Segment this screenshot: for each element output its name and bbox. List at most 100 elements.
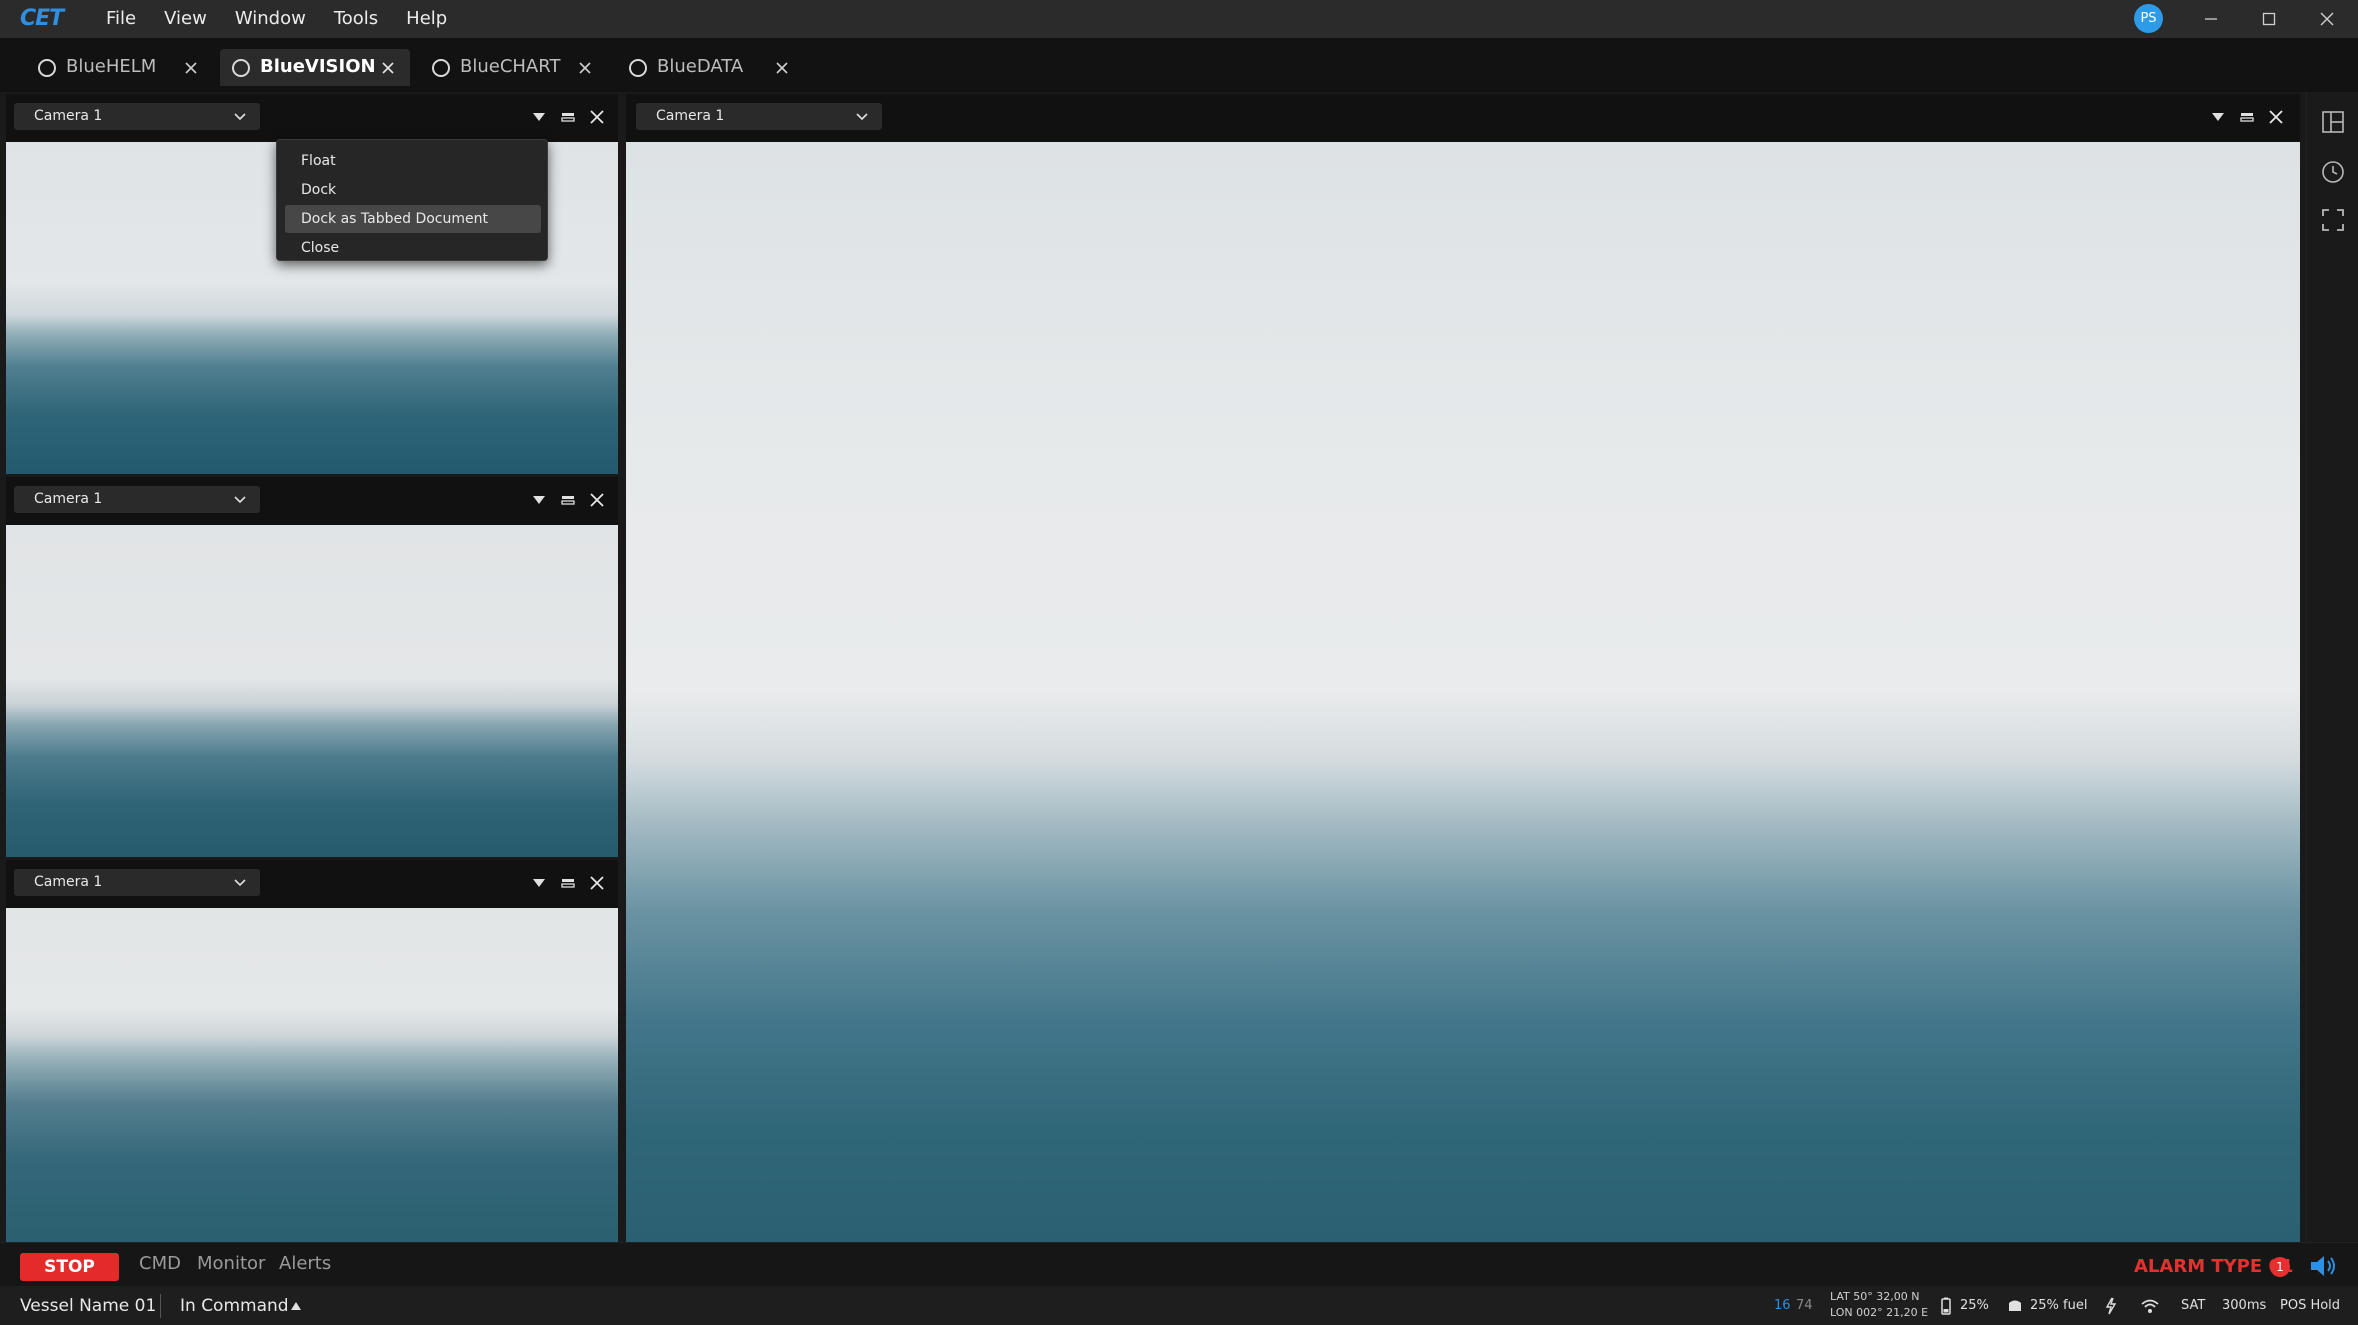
longitude: LON 002° 21,20 E bbox=[1830, 1306, 1929, 1319]
panel-menu-button[interactable] bbox=[528, 872, 550, 894]
pin-icon bbox=[561, 879, 575, 888]
camera-feed[interactable] bbox=[6, 908, 618, 1242]
dropdown-arrow-icon bbox=[533, 113, 545, 121]
menu-bar: File View Window Tools Help bbox=[92, 0, 461, 38]
minimize-icon bbox=[2205, 18, 2217, 20]
menu-item-close[interactable]: Close bbox=[285, 234, 541, 262]
position-mode: POS Hold bbox=[2280, 1298, 2341, 1313]
signal-value-a: 16 bbox=[1774, 1298, 1791, 1313]
history-button[interactable] bbox=[2317, 156, 2349, 188]
command-mode-select[interactable]: In Command bbox=[180, 1296, 289, 1316]
camera-feed[interactable] bbox=[6, 525, 618, 857]
camera-select[interactable]: Camera 1 bbox=[14, 486, 260, 513]
panel-menu-button[interactable] bbox=[2207, 106, 2229, 128]
panel-header: Camera 1 bbox=[6, 94, 618, 142]
camera-select-value: Camera 1 bbox=[34, 108, 103, 124]
radio-icon bbox=[432, 59, 450, 77]
camera-select-value: Camera 1 bbox=[34, 874, 103, 890]
wifi-icon bbox=[2141, 1299, 2159, 1313]
pin-icon bbox=[2240, 113, 2254, 122]
panel-close-button[interactable] bbox=[586, 489, 608, 511]
menu-help[interactable]: Help bbox=[392, 0, 461, 38]
history-icon bbox=[2322, 161, 2344, 183]
speaker-icon[interactable] bbox=[2308, 1253, 2338, 1279]
tab-cmd[interactable]: CMD bbox=[139, 1253, 181, 1274]
chevron-down-icon bbox=[234, 496, 246, 504]
layout-icon bbox=[2322, 111, 2344, 133]
panel-header: Camera 1 bbox=[6, 860, 618, 908]
battery-level: 25% bbox=[1960, 1298, 1989, 1313]
tab-close-icon[interactable] bbox=[378, 58, 398, 78]
panel-close-button[interactable] bbox=[2265, 106, 2287, 128]
menu-view[interactable]: View bbox=[150, 0, 221, 38]
tab-label: BlueCHART bbox=[460, 56, 561, 77]
tab-close-icon[interactable] bbox=[772, 58, 792, 78]
menu-file[interactable]: File bbox=[92, 0, 150, 38]
tab-label: BlueDATA bbox=[657, 56, 744, 77]
sea-image bbox=[626, 142, 2300, 1242]
panel-header: Camera 1 bbox=[626, 94, 2300, 142]
tab-bluedata[interactable]: BlueDATA bbox=[617, 49, 797, 86]
tab-alerts[interactable]: Alerts bbox=[279, 1253, 331, 1274]
close-icon bbox=[590, 876, 604, 890]
close-window-button[interactable] bbox=[2298, 0, 2356, 38]
camera-select[interactable]: Camera 1 bbox=[14, 103, 260, 130]
chevron-down-icon bbox=[234, 113, 246, 121]
tab-label: BlueHELM bbox=[66, 56, 157, 77]
fullscreen-button[interactable] bbox=[2317, 204, 2349, 236]
menu-item-float[interactable]: Float bbox=[285, 147, 541, 175]
sea-image bbox=[6, 908, 618, 1242]
panel-menu-button[interactable] bbox=[528, 489, 550, 511]
camera-panel-2: Camera 1 bbox=[6, 477, 618, 857]
panel-close-button[interactable] bbox=[586, 872, 608, 894]
menu-window[interactable]: Window bbox=[221, 0, 320, 38]
menu-item-dock-tabbed[interactable]: Dock as Tabbed Document bbox=[285, 205, 541, 233]
alarm-count-badge: 1 bbox=[2270, 1257, 2290, 1277]
panel-close-button[interactable] bbox=[586, 106, 608, 128]
layout-button[interactable] bbox=[2317, 106, 2349, 138]
minimize-button[interactable] bbox=[2182, 0, 2240, 38]
title-bar: CET File View Window Tools Help PS bbox=[0, 0, 2358, 38]
caret-up-icon[interactable] bbox=[290, 1301, 302, 1311]
tab-close-icon[interactable] bbox=[181, 58, 201, 78]
tab-bluevision[interactable]: BlueVISION bbox=[220, 49, 410, 86]
panel-pin-button[interactable] bbox=[557, 106, 579, 128]
sea-image bbox=[6, 525, 618, 857]
chevron-down-icon bbox=[234, 879, 246, 887]
camera-panel-3: Camera 1 bbox=[6, 860, 618, 1242]
tab-monitor[interactable]: Monitor bbox=[197, 1253, 265, 1274]
tab-bluehelm[interactable]: BlueHELM bbox=[26, 49, 206, 86]
radio-icon bbox=[232, 59, 250, 77]
chevron-down-icon bbox=[856, 113, 868, 121]
fuel-level: 25% fuel bbox=[2030, 1298, 2088, 1313]
signal-value-b: 74 bbox=[1796, 1298, 1813, 1313]
pin-icon bbox=[561, 496, 575, 505]
camera-feed[interactable] bbox=[626, 142, 2300, 1242]
panel-pin-button[interactable] bbox=[557, 489, 579, 511]
latitude: LAT 50° 32,00 N bbox=[1830, 1290, 1920, 1303]
panel-header: Camera 1 bbox=[6, 477, 618, 525]
camera-select[interactable]: Camera 1 bbox=[14, 869, 260, 896]
dropdown-arrow-icon bbox=[2212, 113, 2224, 121]
panel-menu-button[interactable] bbox=[528, 106, 550, 128]
tab-close-icon[interactable] bbox=[575, 58, 595, 78]
maximize-button[interactable] bbox=[2240, 0, 2298, 38]
menu-tools[interactable]: Tools bbox=[320, 0, 392, 38]
stop-button[interactable]: STOP bbox=[20, 1253, 119, 1281]
side-toolbar bbox=[2306, 92, 2358, 1242]
maximize-icon bbox=[2262, 12, 2276, 26]
camera-select-value: Camera 1 bbox=[656, 108, 725, 124]
latency: 300ms bbox=[2222, 1298, 2267, 1313]
command-bar: STOP CMD Monitor Alerts ALARM TYPE 01 1 bbox=[0, 1242, 2358, 1286]
panel-pin-button[interactable] bbox=[557, 872, 579, 894]
user-avatar[interactable]: PS bbox=[2134, 4, 2163, 33]
camera-select[interactable]: Camera 1 bbox=[636, 103, 882, 130]
close-icon bbox=[590, 110, 604, 124]
menu-item-dock[interactable]: Dock bbox=[285, 176, 541, 204]
tab-label: BlueVISION bbox=[260, 56, 376, 77]
panel-pin-button[interactable] bbox=[2236, 106, 2258, 128]
document-tab-bar: BlueHELM BlueVISION BlueCHART BlueDATA bbox=[0, 38, 2358, 92]
radio-icon bbox=[38, 59, 56, 77]
camera-select-value: Camera 1 bbox=[34, 491, 103, 507]
tab-bluechart[interactable]: BlueCHART bbox=[420, 49, 600, 86]
